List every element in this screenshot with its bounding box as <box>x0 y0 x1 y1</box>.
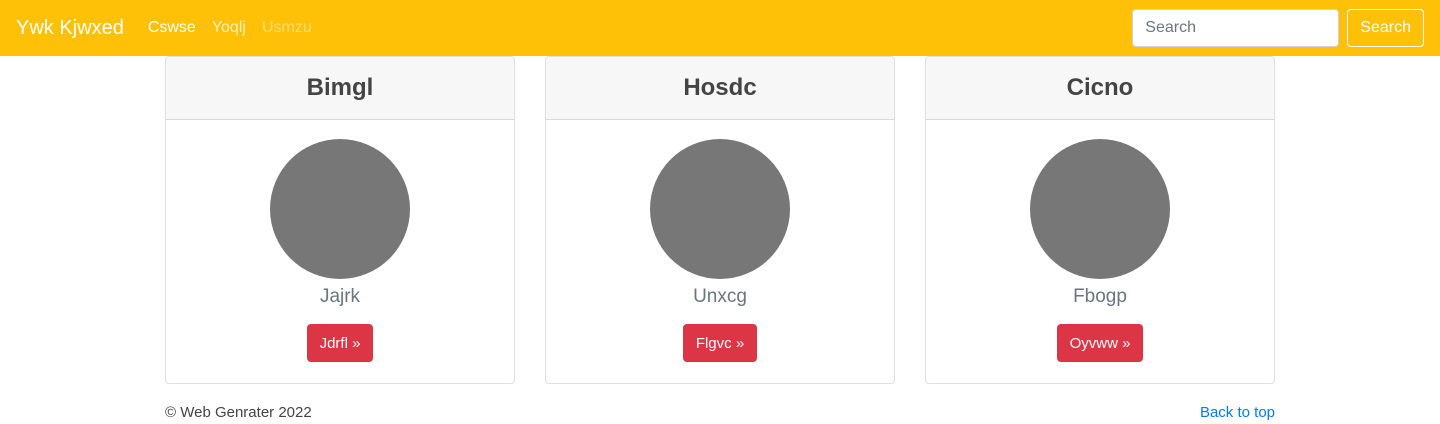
card-header: Hosdc <box>546 57 894 120</box>
card-button[interactable]: Flgvc » <box>682 324 758 362</box>
card-body: Fbogp Oyvww » <box>926 120 1274 362</box>
card-title: Hosdc <box>683 74 757 101</box>
nav-link-yoqlj[interactable]: Yoqlj <box>212 19 246 37</box>
card-body: Jajrk Jdrfl » <box>166 120 514 362</box>
card-text: Jajrk <box>319 286 361 307</box>
card-text: Unxcg <box>693 286 747 307</box>
avatar-placeholder <box>1030 139 1170 279</box>
card-text: Fbogp <box>1073 286 1127 307</box>
back-to-top-link[interactable]: Back to top <box>1200 404 1275 421</box>
card-button[interactable]: Oyvww » <box>1056 324 1144 362</box>
card-header: Cicno <box>926 57 1274 120</box>
card-title: Cicno <box>1066 74 1134 101</box>
footer: © Web Genrater 2022 Back to top <box>165 400 1275 424</box>
card: Cicno Fbogp Oyvww » <box>925 56 1275 384</box>
nav-links: Cswse Yoqlj Usmzu <box>148 19 312 37</box>
search-form: Search <box>1132 9 1424 47</box>
navbar: Ywk Kjwxed Cswse Yoqlj Usmzu Search <box>0 0 1440 56</box>
brand-link[interactable]: Ywk Kjwxed <box>16 17 124 40</box>
copyright-text: © Web Genrater 2022 <box>165 403 312 421</box>
card: Bimgl Jajrk Jdrfl » <box>165 56 515 384</box>
cards-row: Bimgl Jajrk Jdrfl » Hosdc Unxcg Flgvc » … <box>165 56 1275 384</box>
avatar-placeholder <box>650 139 790 279</box>
card: Hosdc Unxcg Flgvc » <box>545 56 895 384</box>
card-button[interactable]: Jdrfl » <box>306 324 374 362</box>
avatar-placeholder <box>270 139 410 279</box>
search-button[interactable]: Search <box>1347 9 1424 47</box>
card-header: Bimgl <box>166 57 514 120</box>
nav-link-cswse[interactable]: Cswse <box>148 19 196 37</box>
card-title: Bimgl <box>306 74 374 101</box>
nav-link-usmzu[interactable]: Usmzu <box>262 19 312 37</box>
search-input[interactable] <box>1132 9 1340 47</box>
card-body: Unxcg Flgvc » <box>546 120 894 362</box>
